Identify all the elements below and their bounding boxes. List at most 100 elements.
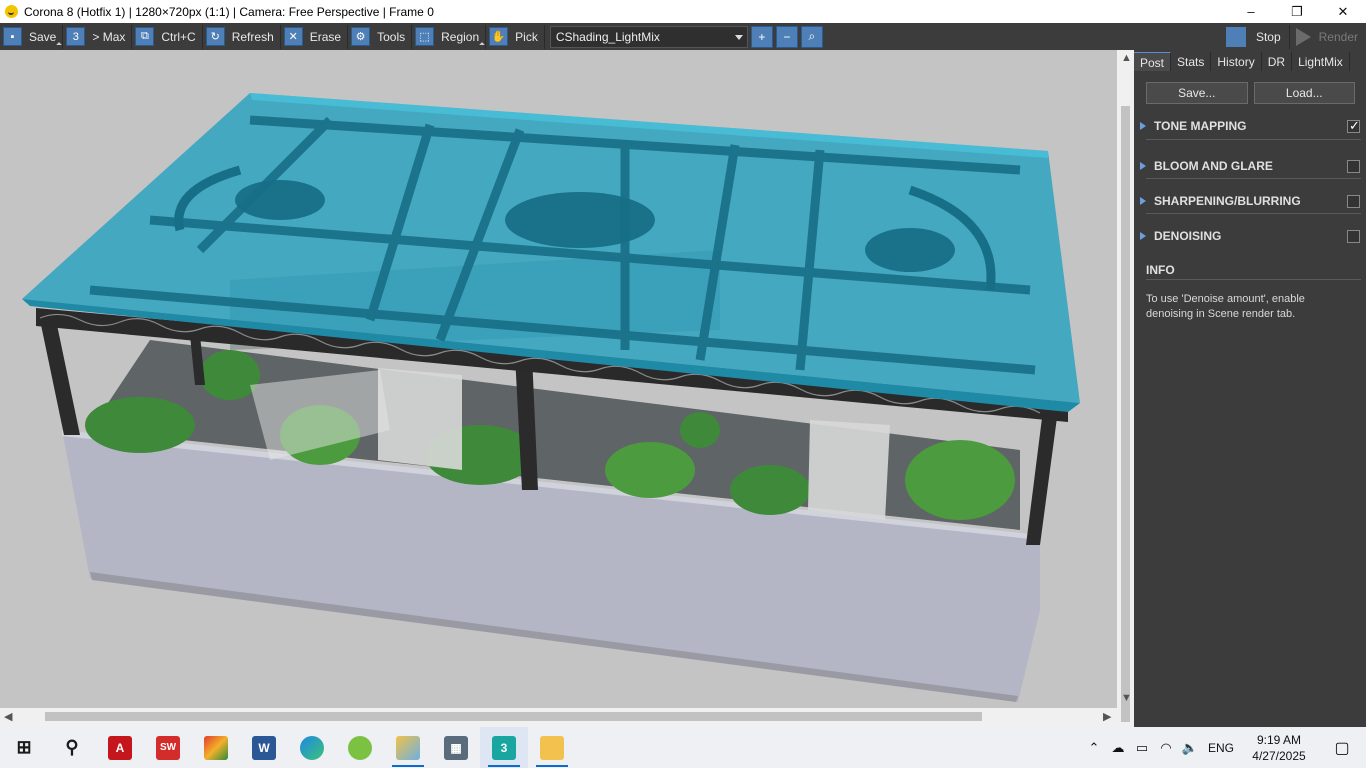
tone-mapping-checkbox[interactable] bbox=[1347, 118, 1360, 134]
copy-button[interactable]: ⧉ Ctrl+C bbox=[132, 24, 203, 49]
save-button[interactable]: ▪ Save bbox=[0, 24, 64, 49]
save-dropdown-mark bbox=[56, 41, 63, 48]
restore-button[interactable]: ❐ bbox=[1274, 0, 1320, 23]
region-button[interactable]: ⬚ Region bbox=[412, 24, 487, 49]
autocad-taskbar-item[interactable]: A bbox=[96, 727, 144, 768]
refresh-button[interactable]: ↻ Refresh bbox=[203, 24, 281, 49]
zoom-out-icon[interactable]: − bbox=[775, 25, 798, 48]
expand-arrow-icon bbox=[1140, 232, 1146, 240]
erase-button[interactable]: ✕ Erase bbox=[281, 24, 349, 49]
language-indicator[interactable]: ENG bbox=[1202, 741, 1240, 755]
panel-tabs: Post Stats History DR LightMix bbox=[1134, 52, 1366, 73]
search-icon: ⚲ bbox=[65, 737, 79, 757]
copy-icon: ⧉ bbox=[135, 27, 155, 46]
sketchup-taskbar-item[interactable] bbox=[192, 727, 240, 768]
search-button[interactable]: ⚲ bbox=[48, 727, 96, 768]
app-taskbar-item[interactable] bbox=[336, 727, 384, 768]
max-icon: 3 bbox=[66, 27, 86, 46]
divider bbox=[1146, 279, 1361, 280]
bloom-glare-checkbox[interactable] bbox=[1347, 159, 1360, 173]
divider bbox=[1146, 213, 1361, 214]
word-taskbar-item[interactable]: W bbox=[240, 727, 288, 768]
to-max-button[interactable]: 3 > Max bbox=[63, 24, 133, 49]
denoising-checkbox[interactable] bbox=[1347, 229, 1360, 243]
autocad-icon: A bbox=[108, 735, 132, 760]
erase-icon: ✕ bbox=[283, 27, 303, 46]
3dsmax-icon: 3 bbox=[492, 735, 516, 760]
paint-taskbar-item[interactable] bbox=[384, 727, 432, 768]
folder-icon bbox=[540, 735, 564, 760]
file-explorer-taskbar-item[interactable] bbox=[528, 727, 576, 768]
section-sharpening[interactable]: SHARPENING/BLURRING bbox=[1140, 191, 1360, 211]
post-panel: Post Stats History DR LightMix Save... L… bbox=[1134, 50, 1366, 727]
zoom-fit-icon[interactable]: ⌕ bbox=[800, 25, 823, 48]
volume-icon[interactable]: 🔈 bbox=[1178, 740, 1202, 756]
corona-app-icon bbox=[5, 5, 18, 18]
edge-taskbar-item[interactable] bbox=[288, 727, 336, 768]
scroll-down-icon[interactable]: ▼ bbox=[1121, 692, 1132, 704]
calculator-taskbar-item[interactable]: ▦ bbox=[432, 727, 480, 768]
divider bbox=[1146, 139, 1361, 140]
calculator-icon: ▦ bbox=[444, 735, 468, 760]
tab-post[interactable]: Post bbox=[1134, 52, 1172, 71]
battery-icon[interactable]: ▭ bbox=[1130, 740, 1154, 756]
vertical-scrollbar[interactable]: ▲ ▼ bbox=[1117, 50, 1134, 722]
start-button[interactable]: ⊞ bbox=[0, 727, 48, 768]
info-title: INFO bbox=[1146, 263, 1175, 277]
render-viewport[interactable] bbox=[0, 50, 1117, 708]
render-label: Render bbox=[1318, 29, 1358, 44]
tab-lightmix[interactable]: LightMix bbox=[1292, 52, 1350, 71]
scroll-left-icon[interactable]: ◀ bbox=[4, 710, 12, 723]
sharpening-checkbox[interactable] bbox=[1347, 194, 1360, 208]
floppy-icon: ▪ bbox=[3, 27, 22, 46]
window-titlebar: Corona 8 (Hotfix 1) | 1280×720px (1:1) |… bbox=[0, 0, 1366, 23]
wifi-icon[interactable]: ◠ bbox=[1154, 740, 1178, 756]
tab-history[interactable]: History bbox=[1211, 52, 1262, 71]
expand-arrow-icon bbox=[1140, 197, 1146, 205]
scroll-up-icon[interactable]: ▲ bbox=[1121, 52, 1132, 64]
network-status-icon[interactable]: ☁ bbox=[1106, 740, 1130, 756]
3dsmax-taskbar-item[interactable]: 3 bbox=[480, 727, 528, 768]
leaf-app-icon bbox=[348, 735, 372, 760]
section-tone-mapping[interactable]: TONE MAPPING bbox=[1140, 116, 1360, 136]
divider bbox=[1146, 178, 1361, 179]
erase-label: Erase bbox=[309, 29, 342, 44]
save-preset-button[interactable]: Save... bbox=[1146, 82, 1248, 104]
zoom-in-icon[interactable]: + bbox=[750, 25, 773, 48]
expand-arrow-icon bbox=[1140, 162, 1146, 170]
pick-button[interactable]: ✋ Pick bbox=[486, 24, 545, 49]
edge-icon bbox=[300, 735, 324, 760]
region-icon: ⬚ bbox=[415, 27, 435, 46]
max-label: > Max bbox=[92, 29, 126, 44]
tools-button[interactable]: ⚙ Tools bbox=[348, 24, 413, 49]
render-element-value: CShading_LightMix bbox=[555, 29, 660, 44]
section-label: BLOOM AND GLARE bbox=[1154, 159, 1273, 173]
render-element-select[interactable]: CShading_LightMix bbox=[549, 25, 748, 48]
minimize-button[interactable]: – bbox=[1228, 0, 1274, 23]
tools-label: Tools bbox=[377, 29, 406, 44]
vertical-scroll-thumb[interactable] bbox=[1121, 106, 1130, 722]
solidworks-taskbar-item[interactable]: SW bbox=[144, 727, 192, 768]
system-tray: ⌃ ☁ ▭ ◠ 🔈 ENG 9:19 AM 4/27/2025 ▢ bbox=[1082, 727, 1366, 768]
sketchup-icon bbox=[204, 735, 228, 760]
section-label: SHARPENING/BLURRING bbox=[1154, 194, 1301, 208]
horizontal-scrollbar[interactable]: ◀ ▶ bbox=[0, 708, 1117, 725]
tab-dr[interactable]: DR bbox=[1262, 52, 1293, 71]
notification-icon[interactable]: ▢ bbox=[1318, 738, 1366, 758]
section-label: TONE MAPPING bbox=[1154, 119, 1247, 133]
close-button[interactable]: ✕ bbox=[1320, 0, 1366, 23]
vfb-toolbar: ▪ Save 3 > Max ⧉ Ctrl+C ↻ Refresh ✕ Eras… bbox=[0, 23, 1366, 50]
tab-stats[interactable]: Stats bbox=[1171, 52, 1212, 71]
section-bloom-glare[interactable]: BLOOM AND GLARE bbox=[1140, 156, 1360, 176]
clock-time: 9:19 AM bbox=[1256, 732, 1302, 747]
load-preset-button[interactable]: Load... bbox=[1253, 82, 1355, 104]
chevron-up-icon[interactable]: ⌃ bbox=[1082, 740, 1106, 756]
stop-button[interactable]: Stop bbox=[1224, 25, 1289, 49]
horizontal-scroll-thumb[interactable] bbox=[45, 712, 982, 721]
scroll-right-icon[interactable]: ▶ bbox=[1103, 710, 1111, 723]
clock[interactable]: 9:19 AM 4/27/2025 bbox=[1240, 732, 1318, 764]
render-button[interactable]: Render bbox=[1288, 24, 1366, 49]
section-denoising[interactable]: DENOISING bbox=[1140, 226, 1360, 246]
paint-icon bbox=[396, 735, 420, 760]
copy-label: Ctrl+C bbox=[161, 29, 196, 44]
